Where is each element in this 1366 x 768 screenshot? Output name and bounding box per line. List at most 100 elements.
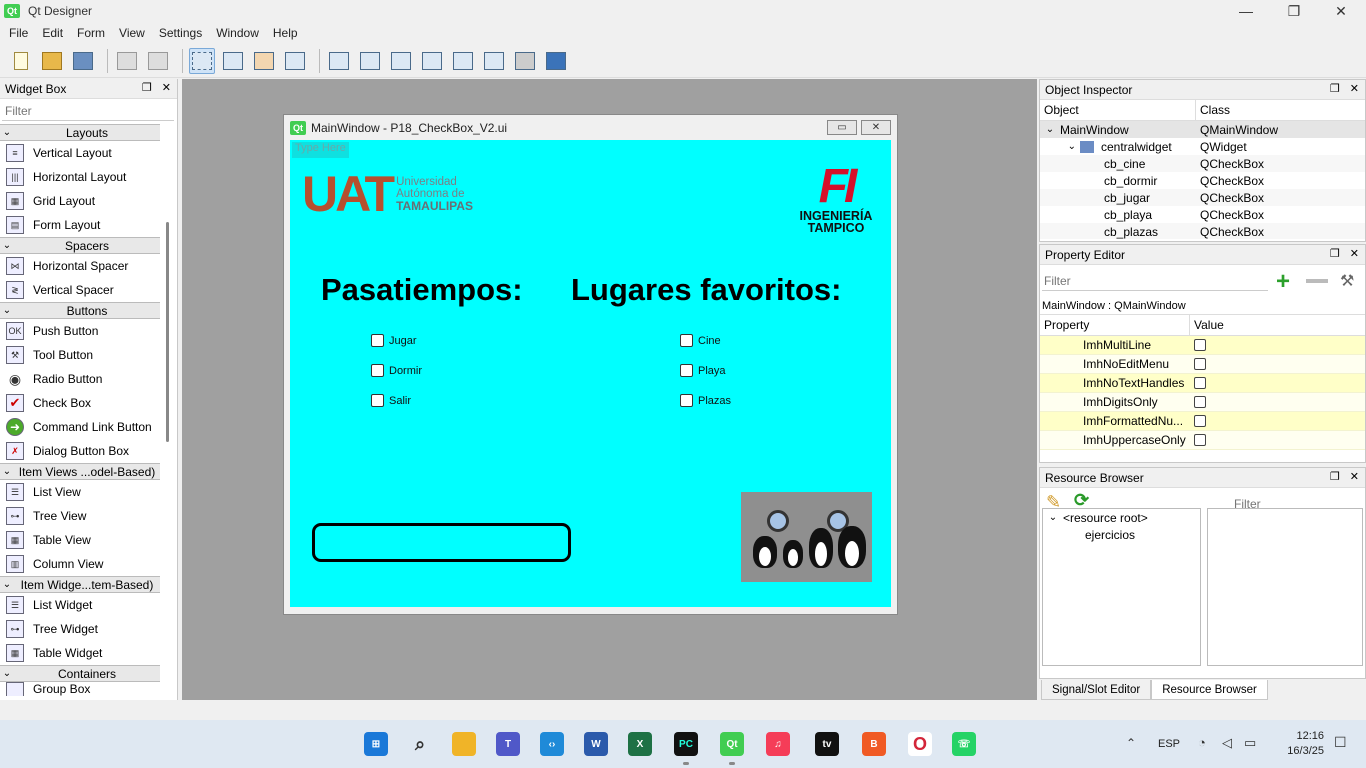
menu-file[interactable]: File (2, 26, 35, 40)
dock-close-icon[interactable]: ✕ (1350, 470, 1359, 483)
layout-vertical-button[interactable] (357, 48, 383, 74)
tab-signal-slot-editor[interactable]: Signal/Slot Editor (1041, 680, 1152, 700)
vscode-icon[interactable]: ‹› (540, 732, 564, 756)
volume-icon[interactable]: ◁ (1222, 735, 1232, 751)
break-layout-button[interactable] (512, 48, 538, 74)
tree-row[interactable]: cb_cine QCheckBox (1040, 155, 1365, 172)
whatsapp-icon[interactable]: ☏ (952, 732, 976, 756)
edit-signals-slots-button[interactable] (220, 48, 246, 74)
form-minimize-button[interactable]: ▭ (827, 120, 857, 135)
widget-group-box[interactable]: Group Box (0, 682, 160, 696)
widget-table-widget[interactable]: ▦ Table Widget (0, 641, 160, 665)
edit-widgets-button[interactable] (189, 47, 215, 74)
save-button[interactable] (70, 48, 96, 74)
checkbox-indicator[interactable] (680, 334, 693, 347)
layout-form-button[interactable] (481, 48, 507, 74)
widget-command-link-button[interactable]: ➜ Command Link Button (0, 415, 160, 439)
layout-grid-button[interactable] (450, 48, 476, 74)
category-buttons[interactable]: ⌄ Buttons (0, 302, 160, 319)
dock-close-icon[interactable]: ✕ (1350, 82, 1359, 95)
widget-check-box[interactable]: ✔ Check Box (0, 391, 160, 415)
widget-column-view[interactable]: ▥ Column View (0, 552, 160, 576)
widget-form-layout[interactable]: ▤ Form Layout (0, 213, 160, 237)
tree-row[interactable]: cb_dormir QCheckBox (1040, 172, 1365, 189)
menu-form[interactable]: Form (70, 26, 112, 40)
widget-box-scrollbar[interactable] (166, 222, 169, 442)
music-icon[interactable]: ♫ (766, 732, 790, 756)
form-close-button[interactable]: ✕ (861, 120, 891, 135)
menu-view[interactable]: View (112, 26, 152, 40)
file-explorer-icon[interactable] (452, 732, 476, 756)
widget-box-filter-input[interactable] (2, 101, 174, 121)
word-icon[interactable]: W (584, 732, 608, 756)
property-row[interactable]: ImhDigitsOnly (1040, 393, 1365, 412)
edit-buddies-button[interactable] (251, 48, 277, 74)
property-checkbox[interactable] (1194, 377, 1206, 389)
close-button[interactable]: ✕ (1318, 0, 1364, 22)
column-header-value[interactable]: Value (1190, 315, 1365, 335)
apple-tv-icon[interactable]: tv (815, 732, 839, 756)
notifications-icon[interactable]: ☐ (1334, 734, 1347, 751)
tray-language[interactable]: ESP (1158, 738, 1180, 750)
teams-icon[interactable]: T (496, 732, 520, 756)
checkbox-indicator[interactable] (371, 334, 384, 347)
add-property-icon[interactable]: + (1276, 268, 1290, 296)
property-filter-input[interactable] (1042, 271, 1268, 291)
checkbox-dormir[interactable]: Dormir (371, 364, 422, 377)
property-checkbox[interactable] (1194, 358, 1206, 370)
form-window[interactable]: Qt MainWindow - P18_CheckBox_V2.ui ▭ ✕ T… (283, 114, 898, 615)
checkbox-plazas[interactable]: Plazas (680, 394, 731, 407)
open-file-button[interactable] (39, 48, 65, 74)
menu-edit[interactable]: Edit (35, 26, 70, 40)
copy-button[interactable] (114, 48, 140, 74)
tray-clock[interactable]: 12:16 16/3/25 (1280, 729, 1324, 759)
widget-tool-button[interactable]: ⚒ Tool Button (0, 343, 160, 367)
widget-list-widget[interactable]: ☰ List Widget (0, 593, 160, 617)
minimize-button[interactable]: — (1223, 0, 1269, 22)
layout-h-splitter-button[interactable] (388, 48, 414, 74)
checkbox-cine[interactable]: Cine (680, 334, 721, 347)
category-item-views[interactable]: ⌄ Item Views ...odel-Based) (0, 463, 160, 480)
widget-tree-widget[interactable]: ⊶ Tree Widget (0, 617, 160, 641)
tab-resource-browser[interactable]: Resource Browser (1151, 680, 1268, 700)
pycharm-icon[interactable]: PC (674, 732, 698, 756)
category-containers[interactable]: ⌄ Containers (0, 665, 160, 682)
widget-radio-button[interactable]: ◉ Radio Button (0, 367, 160, 391)
property-checkbox[interactable] (1194, 339, 1206, 351)
checkbox-indicator[interactable] (371, 364, 384, 377)
adjust-size-button[interactable] (543, 48, 569, 74)
widget-dialog-button-box[interactable]: ✗ Dialog Button Box (0, 439, 160, 463)
chevron-up-icon[interactable]: ⌃ (1126, 736, 1136, 750)
battery-icon[interactable]: ▭ (1244, 735, 1256, 751)
checkbox-indicator[interactable] (680, 364, 693, 377)
category-spacers[interactable]: ⌄ Spacers (0, 237, 160, 254)
menu-window[interactable]: Window (209, 26, 266, 40)
excel-icon[interactable]: X (628, 732, 652, 756)
widget-grid-layout[interactable]: ▦ Grid Layout (0, 189, 160, 213)
property-row[interactable]: ImhNoTextHandles (1040, 374, 1365, 393)
new-file-button[interactable] (8, 48, 34, 74)
search-icon[interactable]: ⌕ (408, 732, 432, 756)
tree-row[interactable]: ⌄ <resource root> (1043, 509, 1200, 526)
category-item-widgets[interactable]: ⌄ Item Widge...tem-Based) (0, 576, 160, 593)
tree-row[interactable]: cb_plazas QCheckBox (1040, 223, 1365, 239)
property-row[interactable]: ImhNoEditMenu (1040, 355, 1365, 374)
category-layouts[interactable]: ⌄ Layouts (0, 124, 160, 141)
qt-designer-icon[interactable]: Qt (720, 732, 744, 756)
column-header-class[interactable]: Class (1196, 100, 1365, 120)
widget-list-view[interactable]: ☰ List View (0, 480, 160, 504)
rounded-frame-label[interactable] (312, 523, 571, 562)
widget-horizontal-spacer[interactable]: ⋈ Horizontal Spacer (0, 254, 160, 278)
dock-float-icon[interactable]: ❐ (1330, 470, 1340, 483)
brave-icon[interactable]: B (862, 732, 886, 756)
layout-horizontal-button[interactable] (326, 48, 352, 74)
checkbox-indicator[interactable] (680, 394, 693, 407)
dock-float-icon[interactable]: ❐ (142, 81, 152, 94)
widget-table-view[interactable]: ▦ Table View (0, 528, 160, 552)
menu-help[interactable]: Help (266, 26, 305, 40)
checkbox-jugar[interactable]: Jugar (371, 334, 417, 347)
dock-float-icon[interactable]: ❐ (1330, 82, 1340, 95)
paste-button[interactable] (145, 48, 171, 74)
tree-row[interactable]: ejercicios (1043, 526, 1200, 543)
menu-settings[interactable]: Settings (152, 26, 209, 40)
